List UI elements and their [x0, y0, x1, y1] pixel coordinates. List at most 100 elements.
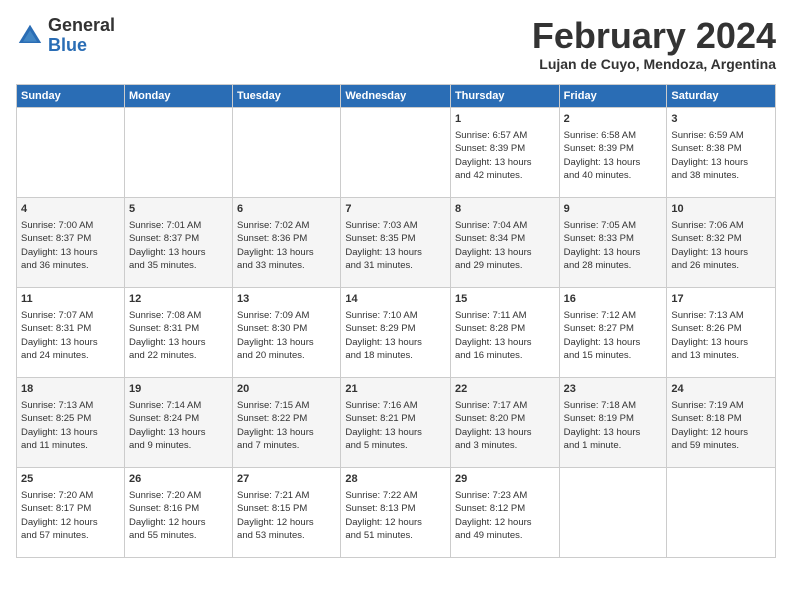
day-info: Sunrise: 7:08 AM Sunset: 8:31 PM Dayligh… [129, 309, 228, 362]
calendar-cell: 17 Sunrise: 7:13 AM Sunset: 8:26 PM Dayli… [667, 287, 776, 377]
day-info: Sunrise: 7:21 AM Sunset: 8:15 PM Dayligh… [237, 489, 336, 542]
day-info: Sunrise: 7:13 AM Sunset: 8:26 PM Dayligh… [671, 309, 771, 362]
day-info: Sunrise: 7:06 AM Sunset: 8:32 PM Dayligh… [671, 219, 771, 272]
day-number: 11 [21, 292, 120, 307]
day-info: Sunrise: 7:23 AM Sunset: 8:12 PM Dayligh… [455, 489, 555, 542]
calendar-cell: 4Sunrise: 7:00 AM Sunset: 8:37 PM Daylig… [17, 197, 125, 287]
col-header-sunday: Sunday [17, 84, 125, 107]
calendar-cell: 9 Sunrise: 7:05 AM Sunset: 8:33 PM Daylig… [559, 197, 667, 287]
title-block: February 2024 Lujan de Cuyo, Mendoza, Ar… [532, 16, 776, 72]
logo-general-text: General [48, 15, 115, 35]
calendar-cell: 15 Sunrise: 7:11 AM Sunset: 8:28 PM Dayli… [450, 287, 559, 377]
calendar-cell: 29 Sunrise: 7:23 AM Sunset: 8:12 PM Dayli… [450, 467, 559, 557]
calendar-cell: 28 Sunrise: 7:22 AM Sunset: 8:13 PM Dayli… [341, 467, 451, 557]
calendar-cell: 25 Sunrise: 7:20 AM Sunset: 8:17 PM Dayli… [17, 467, 125, 557]
day-info: Sunrise: 7:16 AM Sunset: 8:21 PM Dayligh… [345, 399, 446, 452]
day-number: 25 [21, 472, 120, 487]
day-info: Sunrise: 7:13 AM Sunset: 8:25 PM Dayligh… [21, 399, 120, 452]
col-header-saturday: Saturday [667, 84, 776, 107]
day-number: 27 [237, 472, 336, 487]
day-info: Sunrise: 7:22 AM Sunset: 8:13 PM Dayligh… [345, 489, 446, 542]
calendar-cell: 3 Sunrise: 6:59 AM Sunset: 8:38 PM Daylig… [667, 107, 776, 197]
day-info: Sunrise: 7:17 AM Sunset: 8:20 PM Dayligh… [455, 399, 555, 452]
calendar-cell: 8 Sunrise: 7:04 AM Sunset: 8:34 PM Daylig… [450, 197, 559, 287]
day-info: Sunrise: 7:03 AM Sunset: 8:35 PM Dayligh… [345, 219, 446, 272]
day-info: Sunrise: 7:12 AM Sunset: 8:27 PM Dayligh… [564, 309, 663, 362]
day-number: 14 [345, 292, 446, 307]
calendar-cell: 22 Sunrise: 7:17 AM Sunset: 8:20 PM Dayli… [450, 377, 559, 467]
day-number: 10 [671, 202, 771, 217]
day-number: 26 [129, 472, 228, 487]
day-number: 4 [21, 202, 120, 217]
calendar-cell: 2 Sunrise: 6:58 AM Sunset: 8:39 PM Daylig… [559, 107, 667, 197]
day-number: 2 [564, 112, 663, 127]
day-info: Sunrise: 7:10 AM Sunset: 8:29 PM Dayligh… [345, 309, 446, 362]
day-number: 15 [455, 292, 555, 307]
logo-blue-text: Blue [48, 35, 87, 55]
day-info: Sunrise: 7:20 AM Sunset: 8:16 PM Dayligh… [129, 489, 228, 542]
calendar-cell [17, 107, 125, 197]
calendar-cell [124, 107, 232, 197]
col-header-monday: Monday [124, 84, 232, 107]
day-number: 8 [455, 202, 555, 217]
day-number: 24 [671, 382, 771, 397]
calendar-subtitle: Lujan de Cuyo, Mendoza, Argentina [532, 56, 776, 72]
col-header-friday: Friday [559, 84, 667, 107]
calendar-cell: 10 Sunrise: 7:06 AM Sunset: 8:32 PM Dayli… [667, 197, 776, 287]
calendar-cell [233, 107, 341, 197]
day-number: 9 [564, 202, 663, 217]
day-info: Sunrise: 6:59 AM Sunset: 8:38 PM Dayligh… [671, 129, 771, 182]
calendar-title: February 2024 [532, 16, 776, 56]
day-info: Sunrise: 7:15 AM Sunset: 8:22 PM Dayligh… [237, 399, 336, 452]
calendar-cell: 11 Sunrise: 7:07 AM Sunset: 8:31 PM Dayli… [17, 287, 125, 377]
calendar-cell: 20 Sunrise: 7:15 AM Sunset: 8:22 PM Dayli… [233, 377, 341, 467]
day-number: 1 [455, 112, 555, 127]
day-info: Sunrise: 7:04 AM Sunset: 8:34 PM Dayligh… [455, 219, 555, 272]
day-number: 16 [564, 292, 663, 307]
col-header-wednesday: Wednesday [341, 84, 451, 107]
calendar-cell [341, 107, 451, 197]
day-number: 3 [671, 112, 771, 127]
day-info: Sunrise: 7:01 AM Sunset: 8:37 PM Dayligh… [129, 219, 228, 272]
calendar-cell: 24 Sunrise: 7:19 AM Sunset: 8:18 PM Dayli… [667, 377, 776, 467]
calendar-cell: 27 Sunrise: 7:21 AM Sunset: 8:15 PM Dayli… [233, 467, 341, 557]
day-number: 12 [129, 292, 228, 307]
day-info: Sunrise: 7:20 AM Sunset: 8:17 PM Dayligh… [21, 489, 120, 542]
day-info: Sunrise: 7:09 AM Sunset: 8:30 PM Dayligh… [237, 309, 336, 362]
calendar-cell [667, 467, 776, 557]
day-info: Sunrise: 7:14 AM Sunset: 8:24 PM Dayligh… [129, 399, 228, 452]
calendar-cell: 14 Sunrise: 7:10 AM Sunset: 8:29 PM Dayli… [341, 287, 451, 377]
day-number: 5 [129, 202, 228, 217]
calendar-cell: 6 Sunrise: 7:02 AM Sunset: 8:36 PM Daylig… [233, 197, 341, 287]
day-number: 22 [455, 382, 555, 397]
calendar-table: SundayMondayTuesdayWednesdayThursdayFrid… [16, 84, 776, 558]
day-info: Sunrise: 7:11 AM Sunset: 8:28 PM Dayligh… [455, 309, 555, 362]
calendar-cell: 13 Sunrise: 7:09 AM Sunset: 8:30 PM Dayli… [233, 287, 341, 377]
day-info: Sunrise: 7:05 AM Sunset: 8:33 PM Dayligh… [564, 219, 663, 272]
day-number: 20 [237, 382, 336, 397]
day-number: 19 [129, 382, 228, 397]
day-number: 6 [237, 202, 336, 217]
col-header-thursday: Thursday [450, 84, 559, 107]
day-number: 28 [345, 472, 446, 487]
day-number: 21 [345, 382, 446, 397]
day-number: 29 [455, 472, 555, 487]
day-number: 23 [564, 382, 663, 397]
day-info: Sunrise: 7:07 AM Sunset: 8:31 PM Dayligh… [21, 309, 120, 362]
calendar-cell: 18 Sunrise: 7:13 AM Sunset: 8:25 PM Dayli… [17, 377, 125, 467]
calendar-cell: 19 Sunrise: 7:14 AM Sunset: 8:24 PM Dayli… [124, 377, 232, 467]
calendar-cell: 1Sunrise: 6:57 AM Sunset: 8:39 PM Daylig… [450, 107, 559, 197]
calendar-cell [559, 467, 667, 557]
calendar-cell: 12 Sunrise: 7:08 AM Sunset: 8:31 PM Dayli… [124, 287, 232, 377]
logo: General Blue [16, 16, 115, 56]
day-number: 18 [21, 382, 120, 397]
day-info: Sunrise: 7:02 AM Sunset: 8:36 PM Dayligh… [237, 219, 336, 272]
calendar-cell: 23 Sunrise: 7:18 AM Sunset: 8:19 PM Dayli… [559, 377, 667, 467]
day-number: 13 [237, 292, 336, 307]
day-info: Sunrise: 7:18 AM Sunset: 8:19 PM Dayligh… [564, 399, 663, 452]
day-number: 7 [345, 202, 446, 217]
day-number: 17 [671, 292, 771, 307]
day-info: Sunrise: 6:58 AM Sunset: 8:39 PM Dayligh… [564, 129, 663, 182]
page-header: General Blue February 2024 Lujan de Cuyo… [16, 16, 776, 72]
day-info: Sunrise: 7:19 AM Sunset: 8:18 PM Dayligh… [671, 399, 771, 452]
